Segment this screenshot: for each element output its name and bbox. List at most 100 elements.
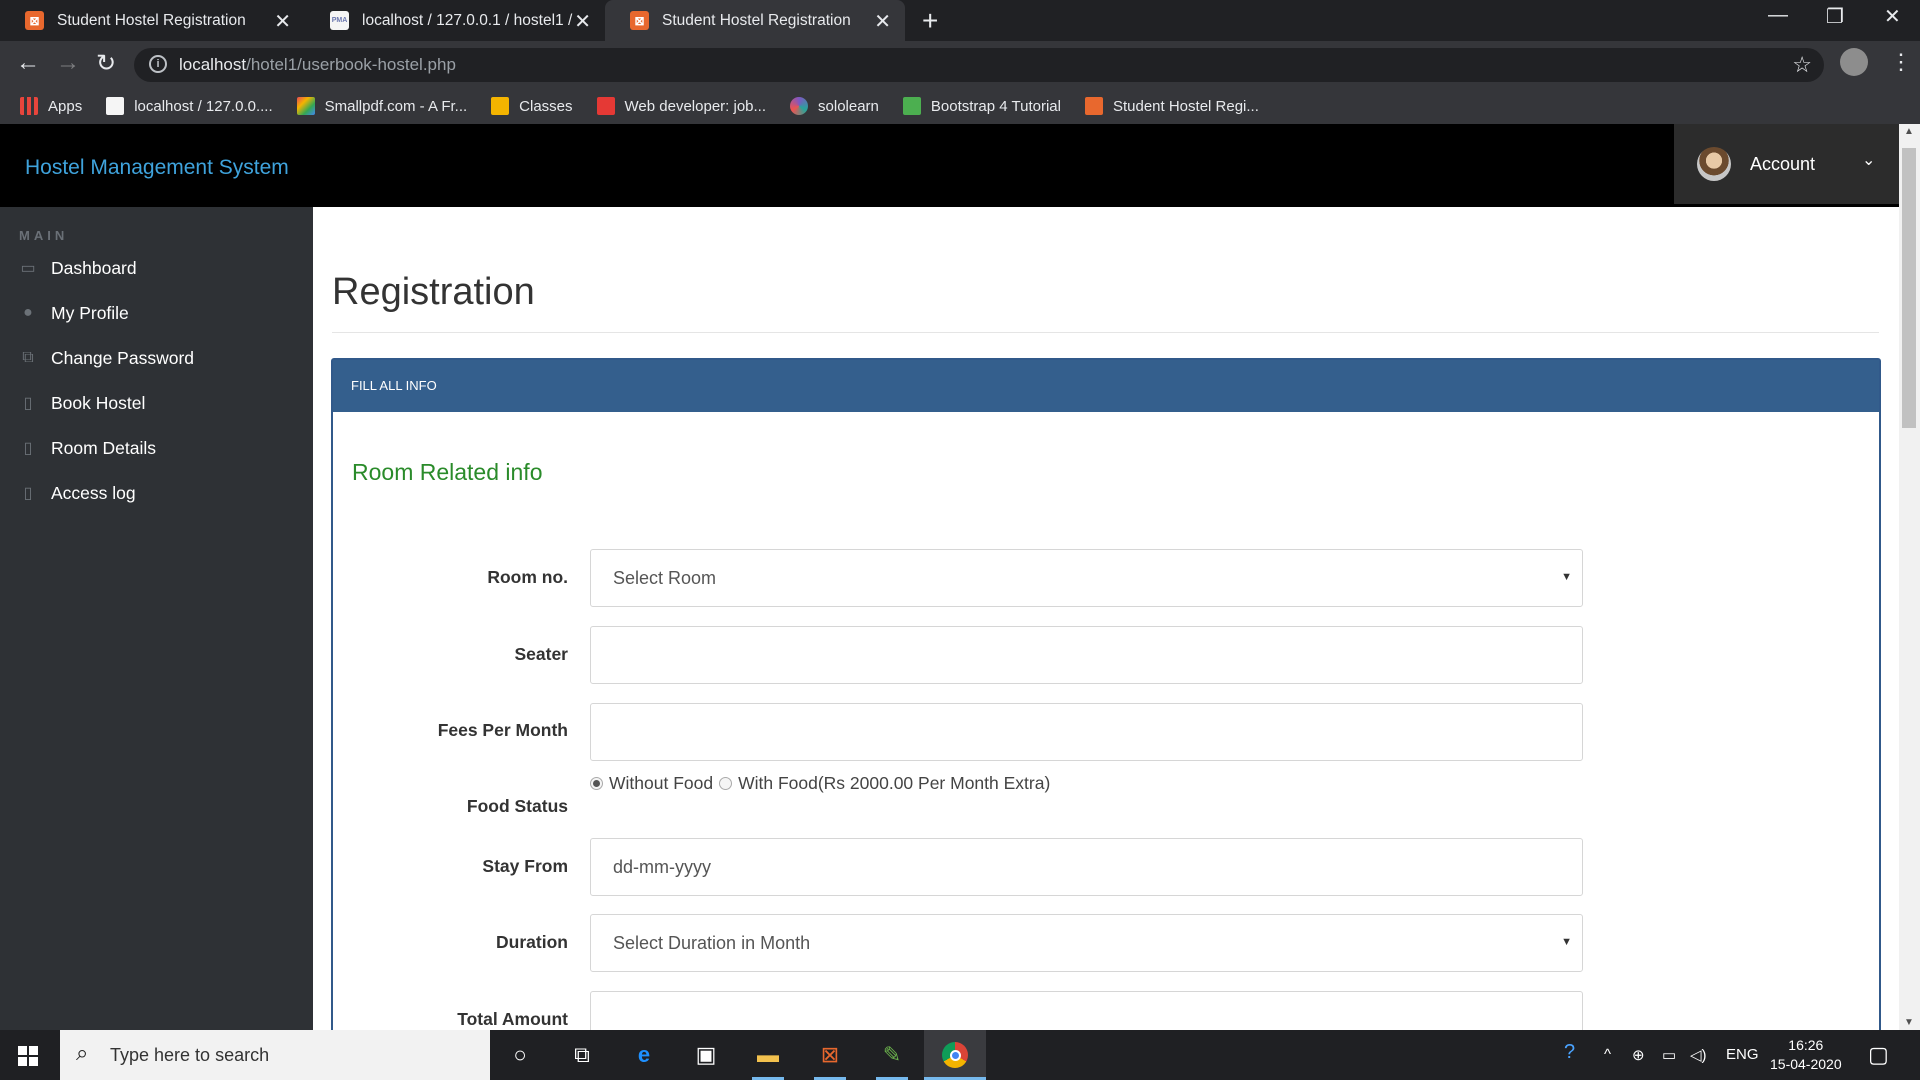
room-no-select[interactable]: Select Room ▼ xyxy=(590,549,1583,607)
bookmark-classes[interactable]: Classes xyxy=(491,97,573,115)
address-bar[interactable]: i localhost/hotel1/userbook-hostel.php ☆ xyxy=(134,48,1824,82)
stay-from-label: Stay From xyxy=(482,856,568,876)
browser-tab-2[interactable]: PMA localhost / 127.0.0.1 / hostel1 / re… xyxy=(305,0,605,41)
seater-field[interactable] xyxy=(590,626,1583,684)
sidebar-heading: MAIN xyxy=(19,228,69,243)
fees-per-month-field[interactable] xyxy=(590,703,1583,761)
app-header: Hostel Management System Account ⌄ xyxy=(0,124,1899,207)
total-amount-label: Total Amount xyxy=(457,1009,568,1029)
page-title: Registration xyxy=(332,271,535,313)
browser-tab-3-active[interactable]: ⊠ Student Hostel Registration ✕ xyxy=(605,0,905,41)
window-close-icon[interactable]: ✕ xyxy=(1884,4,1901,29)
stay-from-date-input[interactable]: dd-mm-yyyy xyxy=(590,838,1583,896)
caret-down-icon: ▼ xyxy=(1561,936,1572,948)
cortana-icon[interactable]: ○ xyxy=(504,1039,536,1071)
edge-icon[interactable]: e xyxy=(628,1039,660,1071)
account-menu[interactable]: Account ⌄ xyxy=(1674,124,1899,204)
close-tab-icon[interactable]: ✕ xyxy=(274,9,291,34)
new-tab-icon[interactable]: + xyxy=(922,5,938,37)
sidebar-item-dashboard[interactable]: ▭ Dashboard xyxy=(19,253,137,283)
scroll-down-icon[interactable]: ▼ xyxy=(1904,1017,1914,1028)
tab-title: Student Hostel Registration xyxy=(662,11,851,29)
sidebar-item-room-details[interactable]: ▯ Room Details xyxy=(19,433,156,463)
without-food-radio[interactable] xyxy=(590,777,603,790)
reload-icon[interactable]: ↻ xyxy=(96,49,116,78)
sidebar-item-book-hostel[interactable]: ▯ Book Hostel xyxy=(19,388,146,418)
without-food-label: Without Food xyxy=(609,773,714,793)
chrome-taskbar-icon[interactable] xyxy=(924,1030,986,1080)
page-scrollbar[interactable]: ▲ ▼ xyxy=(1899,124,1920,1030)
search-placeholder: Type here to search xyxy=(110,1045,270,1065)
clock-date: 15-04-2020 xyxy=(1770,1056,1842,1072)
caret-down-icon: ▼ xyxy=(1561,571,1572,583)
taskbar-search[interactable]: ⌕ Type here to search xyxy=(60,1030,490,1080)
tab-title: localhost / 127.0.0.1 / hostel1 / re xyxy=(362,11,577,29)
browser-toolbar: ← → ↻ i localhost/hotel1/userbook-hostel… xyxy=(0,41,1920,88)
with-food-label: With Food(Rs 2000.00 Per Month Extra) xyxy=(738,773,1051,793)
close-tab-icon[interactable]: ✕ xyxy=(874,9,891,34)
page-viewport: Hostel Management System Account ⌄ MAIN … xyxy=(0,124,1899,1030)
duration-label: Duration xyxy=(496,932,568,952)
bookmark-student-hostel[interactable]: Student Hostel Regi... xyxy=(1084,97,1259,115)
apps-grid-icon xyxy=(20,97,38,115)
windows-start-icon[interactable] xyxy=(18,1046,38,1066)
restore-icon[interactable]: ❐ xyxy=(1826,4,1844,29)
close-tab-icon[interactable]: ✕ xyxy=(574,9,591,34)
language-indicator[interactable]: ENG xyxy=(1726,1046,1759,1063)
phpmyadmin-icon xyxy=(106,97,125,115)
sidebar-item-my-profile[interactable]: ● My Profile xyxy=(19,298,129,328)
site-info-icon[interactable]: i xyxy=(149,55,167,73)
phpmyadmin-icon: PMA xyxy=(330,11,349,30)
bookmark-star-icon[interactable]: ☆ xyxy=(1792,52,1812,78)
network-icon[interactable]: ⊕ xyxy=(1632,1046,1645,1064)
notifications-icon[interactable]: ▢ xyxy=(1868,1042,1889,1068)
food-status-options: Without Food With Food(Rs 2000.00 Per Mo… xyxy=(590,773,1050,794)
scrollbar-thumb[interactable] xyxy=(1902,148,1916,428)
copy-icon: ⧉ xyxy=(22,349,34,366)
bookmark-sololearn[interactable]: sololearn xyxy=(790,97,879,115)
user-icon: ● xyxy=(23,304,33,321)
food-status-label: Food Status xyxy=(466,796,568,816)
brand-title[interactable]: Hostel Management System xyxy=(25,156,289,180)
task-view-icon[interactable]: ⧉ xyxy=(566,1039,598,1071)
sidebar-item-label: Book Hostel xyxy=(51,392,146,413)
sidebar-item-label: Dashboard xyxy=(51,257,137,278)
bookmark-web-developer[interactable]: Web developer: job... xyxy=(596,97,766,115)
scroll-up-icon[interactable]: ▲ xyxy=(1904,126,1914,137)
with-food-radio[interactable] xyxy=(719,777,733,790)
xampp-icon: ⊠ xyxy=(630,11,649,30)
xampp-icon: ⊠ xyxy=(25,11,44,30)
notepad-icon[interactable]: ✎ xyxy=(876,1039,908,1071)
bookmark-bootstrap-tutorial[interactable]: Bootstrap 4 Tutorial xyxy=(902,97,1061,115)
chevron-up-icon[interactable]: ^ xyxy=(1604,1046,1611,1063)
sololearn-icon xyxy=(790,97,809,115)
battery-icon[interactable]: ▭ xyxy=(1662,1046,1676,1064)
browser-tab-1[interactable]: ⊠ Student Hostel Registration ✕ xyxy=(0,0,305,41)
store-icon[interactable]: ▣ xyxy=(690,1039,722,1071)
bookmark-phpmyadmin[interactable]: localhost / 127.0.0.... xyxy=(106,97,273,115)
chrome-menu-icon[interactable]: ⋮ xyxy=(1890,49,1912,75)
duration-select[interactable]: Select Duration in Month ▼ xyxy=(590,914,1583,972)
sidebar-item-change-password[interactable]: ⧉ Change Password xyxy=(19,343,194,373)
file-icon: ▯ xyxy=(23,485,33,502)
xampp-icon[interactable]: ⊠ xyxy=(814,1039,846,1071)
bookmark-smallpdf[interactable]: Smallpdf.com - A Fr... xyxy=(296,97,467,115)
w3schools-icon xyxy=(902,97,921,115)
help-icon[interactable]: ? xyxy=(1564,1041,1575,1064)
search-icon: ⌕ xyxy=(76,1040,89,1065)
sidebar-item-label: Room Details xyxy=(51,437,157,458)
back-arrow-icon[interactable]: ← xyxy=(16,49,40,77)
section-title: Room Related info xyxy=(352,459,543,485)
total-amount-field[interactable] xyxy=(590,991,1583,1030)
profile-avatar[interactable] xyxy=(1840,48,1868,76)
forward-arrow-icon[interactable]: → xyxy=(56,49,80,77)
file-explorer-icon[interactable]: ▬ xyxy=(752,1039,784,1071)
room-no-label: Room no. xyxy=(487,567,568,587)
chevron-down-icon: ⌄ xyxy=(1862,152,1876,169)
minimize-icon[interactable]: — xyxy=(1768,4,1788,27)
volume-icon[interactable]: ◁) xyxy=(1690,1046,1707,1064)
bookmark-apps[interactable]: Apps xyxy=(20,97,82,115)
sidebar-item-access-log[interactable]: ▯ Access log xyxy=(19,478,136,508)
fees-per-month-label: Fees Per Month xyxy=(437,720,568,740)
taskbar-clock[interactable]: 16:26 15-04-2020 xyxy=(1770,1036,1842,1074)
